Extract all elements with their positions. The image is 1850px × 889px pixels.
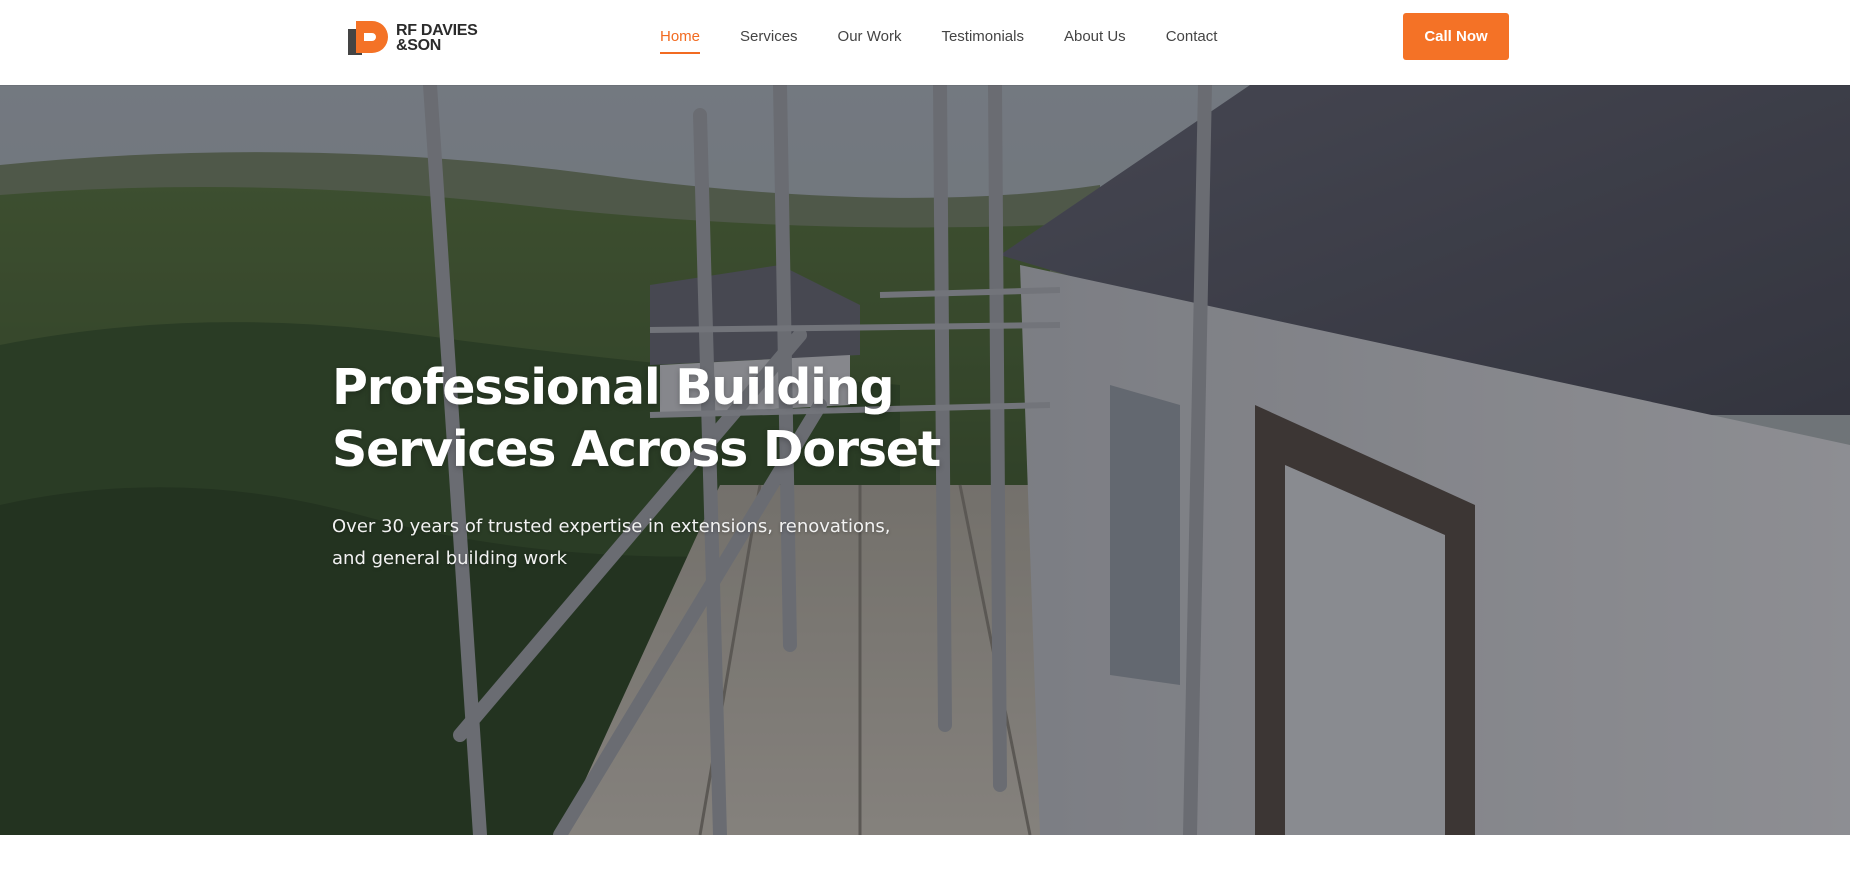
site-header: RF DAVIES &SON Home Services Our Work Te…	[0, 0, 1850, 85]
below-hero-area	[0, 835, 1850, 889]
nav-home[interactable]: Home	[660, 27, 701, 55]
nav-testimonials[interactable]: Testimonials	[941, 27, 1024, 55]
logo-line-2: &SON	[396, 37, 442, 54]
hero-subtitle: Over 30 years of trusted expertise in ex…	[332, 516, 891, 569]
nav-about-us[interactable]: About Us	[1064, 27, 1126, 55]
logo[interactable]: RF DAVIES &SON	[346, 19, 496, 57]
call-now-button[interactable]: Call Now	[1403, 13, 1509, 60]
logo-mark-icon	[348, 21, 388, 55]
logo-text: RF DAVIES &SON	[396, 22, 478, 54]
main-nav: Home Services Our Work Testimonials Abou…	[660, 27, 1257, 55]
nav-contact[interactable]: Contact	[1166, 27, 1218, 55]
hero-section: Professional Building Services Across Do…	[0, 85, 1850, 835]
hero-title: Professional Building Services Across Do…	[332, 359, 941, 478]
nav-services[interactable]: Services	[740, 27, 798, 55]
hero-content: Professional Building Services Across Do…	[332, 357, 952, 575]
logo-line-1: RF DAVIES	[396, 22, 478, 39]
nav-our-work[interactable]: Our Work	[838, 27, 902, 55]
